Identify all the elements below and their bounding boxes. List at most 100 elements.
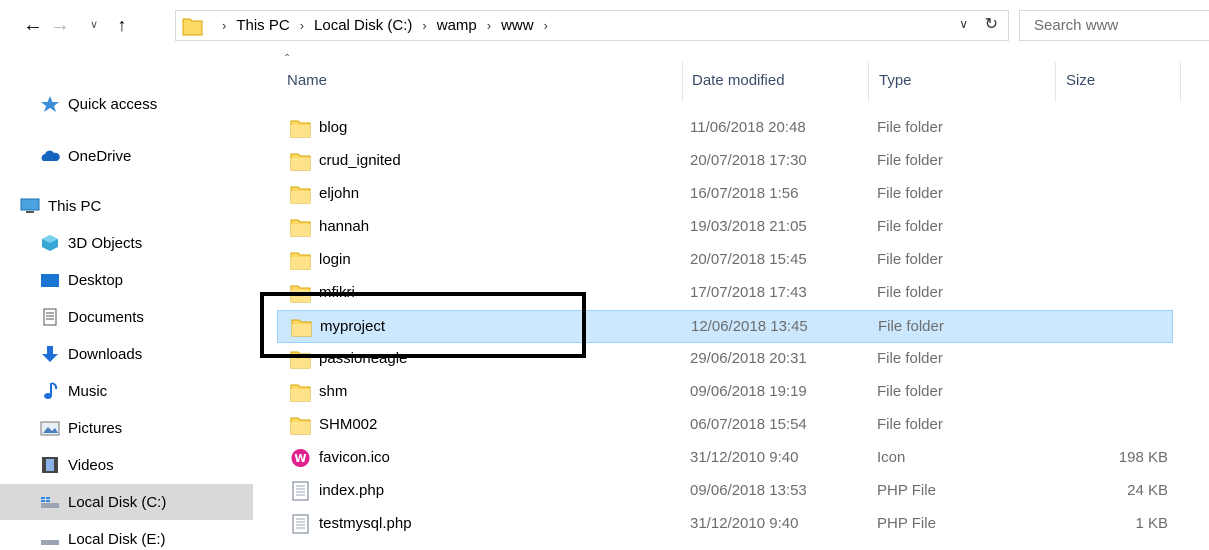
file-row-blog[interactable]: blog 11/06/2018 20:48 File folder <box>277 112 1173 145</box>
nav-item-3d-objects[interactable]: 3D Objects <box>0 225 253 261</box>
column-header-date-modified[interactable]: Date modified <box>692 72 785 89</box>
up-arrow-icon[interactable]: ↑ <box>112 14 132 36</box>
chevron-down-icon[interactable]: ∨ <box>959 17 968 31</box>
file-row-eljohn[interactable]: eljohn 16/07/2018 1:56 File folder <box>277 178 1173 211</box>
file-type: File folder <box>877 383 943 400</box>
nav-item-label: Pictures <box>68 419 123 437</box>
file-row-login[interactable]: login 20/07/2018 15:45 File folder <box>277 244 1173 277</box>
cloud-icon <box>41 150 60 161</box>
folder-icon <box>290 219 311 237</box>
file-date-modified: 31/12/2010 9:40 <box>690 515 799 532</box>
nav-item-quick-access[interactable]: Quick access <box>0 86 253 122</box>
file-row-myproject[interactable]: myproject 12/06/2018 13:45 File folder <box>277 310 1173 343</box>
nav-item-label: Downloads <box>68 345 143 363</box>
navigation-pane: Quick access OneDrive This PC 3D Objects… <box>0 48 258 550</box>
file-row-testmysql-php[interactable]: testmysql.php 31/12/2010 9:40 PHP File 1 KB <box>277 508 1173 541</box>
search-input[interactable]: Search www <box>1019 10 1209 41</box>
nav-item-documents[interactable]: Documents <box>0 299 253 335</box>
star-icon <box>41 96 59 112</box>
nav-item-this-pc[interactable]: This PC <box>0 188 253 224</box>
file-row-crud-ignited[interactable]: crud_ignited 20/07/2018 17:30 File folder <box>277 145 1173 178</box>
recent-locations-chevron-icon[interactable]: ∨ <box>87 14 101 36</box>
file-row-favicon-ico[interactable]: Wfavicon.ico 31/12/2010 9:40 Icon 198 KB <box>277 442 1173 475</box>
chevron-right-icon[interactable]: › <box>222 18 226 33</box>
pictures-icon <box>40 421 60 436</box>
refresh-icon[interactable]: ↻ <box>985 14 998 34</box>
breadcrumb-this-pc[interactable]: This PC <box>236 17 289 34</box>
file-row-shm[interactable]: shm 09/06/2018 19:19 File folder <box>277 376 1173 409</box>
chevron-right-icon[interactable]: › <box>487 18 491 33</box>
file-date-modified: 29/06/2018 20:31 <box>690 350 807 367</box>
file-row-index-php[interactable]: index.php 09/06/2018 13:53 PHP File 24 KB <box>277 475 1173 508</box>
nav-item-pictures[interactable]: Pictures <box>0 410 253 446</box>
breadcrumb-local-disk-c[interactable]: Local Disk (C:) <box>314 17 412 34</box>
drive-icon <box>41 540 59 545</box>
breadcrumb-wamp[interactable]: wamp <box>437 17 477 34</box>
file-name: myproject <box>320 318 386 335</box>
forward-arrow-icon[interactable]: → <box>49 14 71 36</box>
nav-item-label: Documents <box>68 308 144 326</box>
chevron-right-icon[interactable]: › <box>544 18 548 33</box>
nav-item-music[interactable]: Music <box>0 373 253 409</box>
breadcrumb-www[interactable]: www <box>501 17 534 34</box>
file-date-modified: 19/03/2018 21:05 <box>690 218 807 235</box>
computer-icon <box>20 198 40 213</box>
file-name: SHM002 <box>319 416 378 433</box>
column-header-type[interactable]: Type <box>879 72 912 89</box>
nav-item-local-disk-e[interactable]: Local Disk (E:) <box>0 521 253 550</box>
column-header-name[interactable]: Name <box>287 72 327 89</box>
column-divider[interactable] <box>868 62 869 102</box>
folder-icon <box>291 319 312 337</box>
file-name: shm <box>319 383 348 400</box>
file-date-modified: 11/06/2018 20:48 <box>690 119 806 136</box>
folder-icon <box>182 18 203 36</box>
nav-item-label: Local Disk (C:) <box>68 493 167 511</box>
file-type: File folder <box>878 318 944 335</box>
file-type: PHP File <box>877 515 936 532</box>
sort-ascending-icon: ⌃ <box>283 53 292 64</box>
back-arrow-icon[interactable]: ← <box>22 14 44 36</box>
chevron-right-icon[interactable]: › <box>422 18 426 33</box>
address-bar[interactable]: › This PC › Local Disk (C:) › wamp › www… <box>175 10 1009 41</box>
column-divider[interactable] <box>1180 62 1181 102</box>
file-row-hannah[interactable]: hannah 19/03/2018 21:05 File folder <box>277 211 1173 244</box>
search-placeholder: Search www <box>1034 17 1119 34</box>
file-name: testmysql.php <box>319 515 412 532</box>
folder-icon <box>290 417 311 435</box>
column-header-size[interactable]: Size <box>1066 72 1095 89</box>
column-divider[interactable] <box>682 62 683 102</box>
file-name: mfikri <box>319 284 355 301</box>
file-size: 198 KB <box>1118 449 1168 466</box>
file-date-modified: 12/06/2018 13:45 <box>691 318 808 335</box>
breadcrumb: › This PC › Local Disk (C:) › wamp › www… <box>212 11 558 40</box>
nav-item-desktop[interactable]: Desktop <box>0 262 253 298</box>
nav-item-local-disk-c[interactable]: Local Disk (C:) <box>0 484 253 520</box>
nav-item-downloads[interactable]: Downloads <box>0 336 253 372</box>
chevron-right-icon[interactable]: › <box>300 18 304 33</box>
file-size: 24 KB <box>1127 482 1168 499</box>
document-icon <box>43 308 57 326</box>
file-type: PHP File <box>877 482 936 499</box>
file-row-passioneagle[interactable]: passioneagle 29/06/2018 20:31 File folder <box>277 343 1173 376</box>
file-name: index.php <box>319 482 385 499</box>
file-type: File folder <box>877 416 943 433</box>
file-type: File folder <box>877 284 943 301</box>
text-file-icon <box>292 514 309 534</box>
file-type: File folder <box>877 185 943 202</box>
wamp-icon: W <box>291 449 310 467</box>
file-row-mfikri[interactable]: mfikri 17/07/2018 17:43 File folder <box>277 277 1173 310</box>
film-icon <box>42 457 58 473</box>
nav-item-label: Local Disk (E:) <box>68 530 166 548</box>
nav-item-videos[interactable]: Videos <box>0 447 253 483</box>
file-type: File folder <box>877 152 943 169</box>
column-divider[interactable] <box>1055 62 1056 102</box>
file-name: favicon.ico <box>319 449 390 466</box>
file-date-modified: 20/07/2018 15:45 <box>690 251 807 268</box>
file-date-modified: 20/07/2018 17:30 <box>690 152 807 169</box>
file-name: blog <box>319 119 348 136</box>
nav-item-onedrive[interactable]: OneDrive <box>0 138 253 174</box>
file-date-modified: 06/07/2018 15:54 <box>690 416 807 433</box>
drive-icon <box>41 497 59 508</box>
folder-icon <box>290 285 311 303</box>
file-row-shm002[interactable]: SHM002 06/07/2018 15:54 File folder <box>277 409 1173 442</box>
